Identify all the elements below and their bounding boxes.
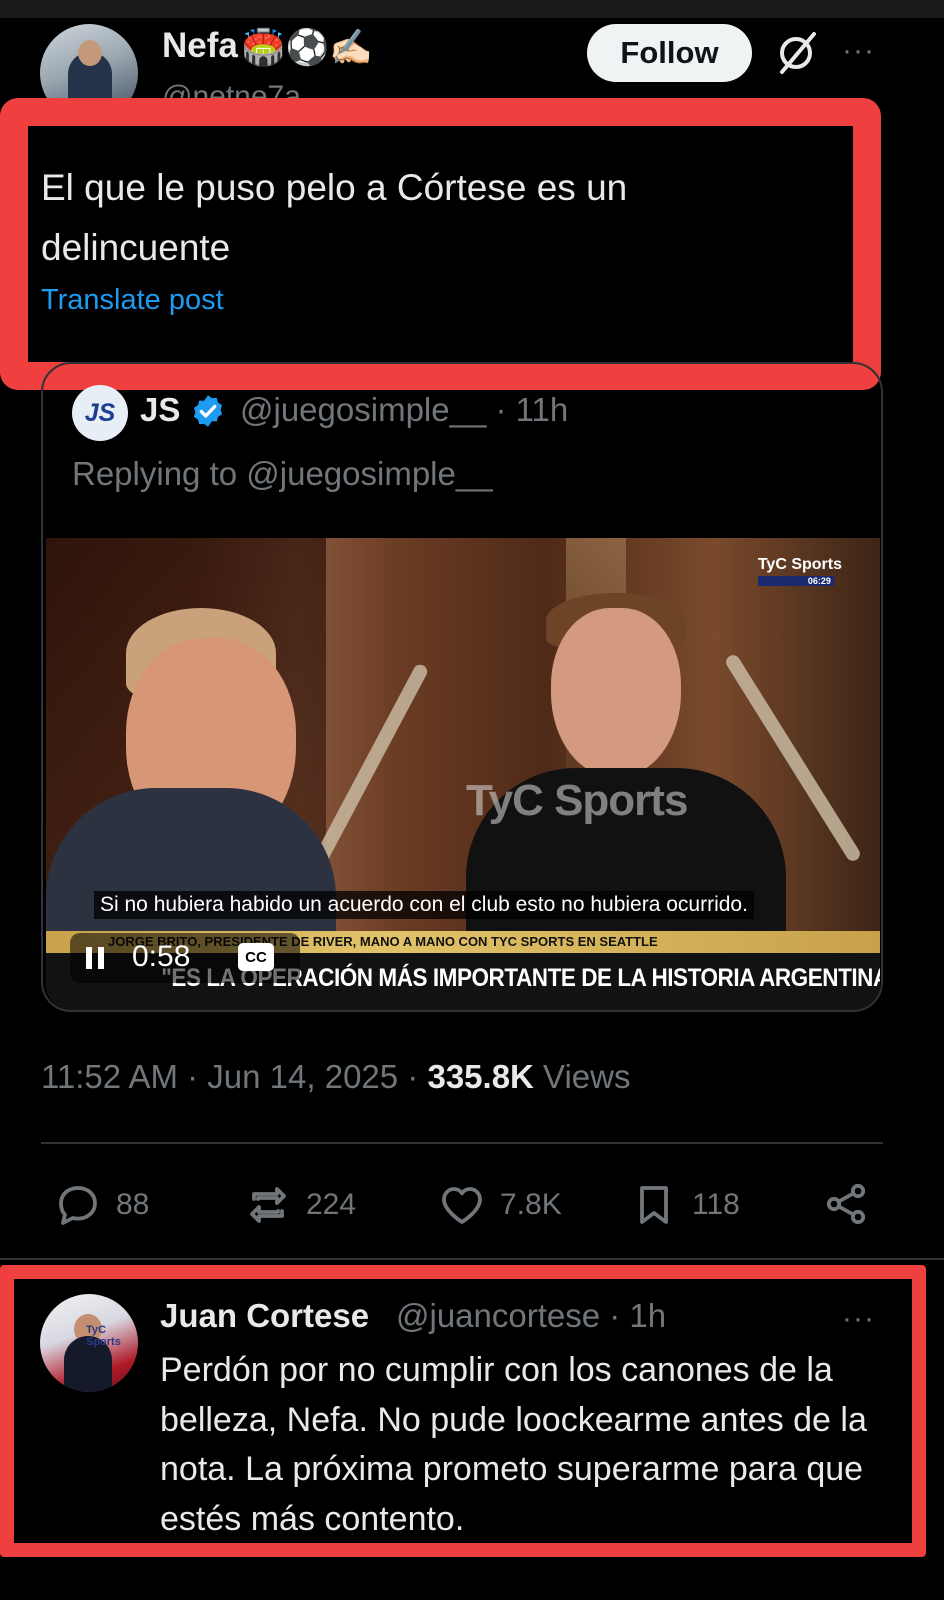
author-name[interactable]: Nefa 🏟️⚽✍🏻	[162, 26, 373, 68]
views-count[interactable]: 335.8K	[427, 1058, 533, 1095]
heart-icon	[442, 1187, 482, 1224]
repost-count: 224	[306, 1188, 357, 1221]
follow-button[interactable]: Follow	[587, 24, 752, 82]
highlight-box-post	[0, 98, 881, 390]
bookmark-button[interactable]: 118	[630, 1180, 740, 1230]
more-options-icon[interactable]: ···	[842, 34, 875, 68]
video-player[interactable]: TyC Sports TyC Sports 06:29 Si no hubier…	[46, 538, 880, 1010]
timestamp-text: 11:52 AM · Jun 14, 2025 ·	[41, 1058, 428, 1095]
video-controls: 0:58 CC	[70, 933, 300, 983]
video-watermark: TyC Sports	[466, 776, 688, 825]
closed-captions-icon[interactable]: CC	[238, 943, 274, 971]
grok-icon[interactable]	[774, 28, 820, 76]
reply-count: 88	[116, 1188, 150, 1221]
post-timestamp: 11:52 AM · Jun 14, 2025 · 335.8K Views	[41, 1058, 631, 1096]
channel-logo-text: TyC Sports	[757, 556, 842, 573]
replying-to-label[interactable]: Replying to @juegosimple__	[72, 455, 493, 493]
video-subtitle: Si no hubiera habido un acuerdo con el c…	[94, 891, 754, 919]
pause-icon[interactable]	[84, 945, 106, 971]
separator	[0, 1258, 944, 1260]
bookmark-icon	[640, 1186, 668, 1224]
reply-icon	[59, 1186, 97, 1225]
author-name-text: Nefa	[162, 26, 238, 65]
reply-button[interactable]: 88	[54, 1180, 149, 1230]
like-button[interactable]: 7.8K	[438, 1180, 562, 1230]
repost-button[interactable]: 224	[244, 1180, 356, 1230]
status-bar	[0, 0, 944, 18]
quoted-name[interactable]: JS	[140, 391, 180, 429]
quoted-handle-time: @juegosimple__ · 11h	[240, 391, 569, 428]
repost-icon	[250, 1187, 286, 1223]
bookmark-count: 118	[692, 1188, 740, 1221]
divider	[41, 1142, 883, 1144]
views-label: Views	[533, 1058, 631, 1095]
author-emojis: 🏟️⚽✍🏻	[241, 28, 373, 68]
quoted-avatar[interactable]: JS	[72, 385, 128, 441]
channel-clock: 06:29	[757, 576, 834, 586]
channel-logo: TyC Sports 06:29	[757, 556, 842, 586]
share-icon[interactable]	[822, 1180, 870, 1228]
verified-badge-icon	[193, 395, 223, 427]
like-count: 7.8K	[500, 1188, 562, 1221]
highlight-box-reply	[0, 1265, 926, 1557]
video-time: 0:58	[132, 940, 191, 973]
